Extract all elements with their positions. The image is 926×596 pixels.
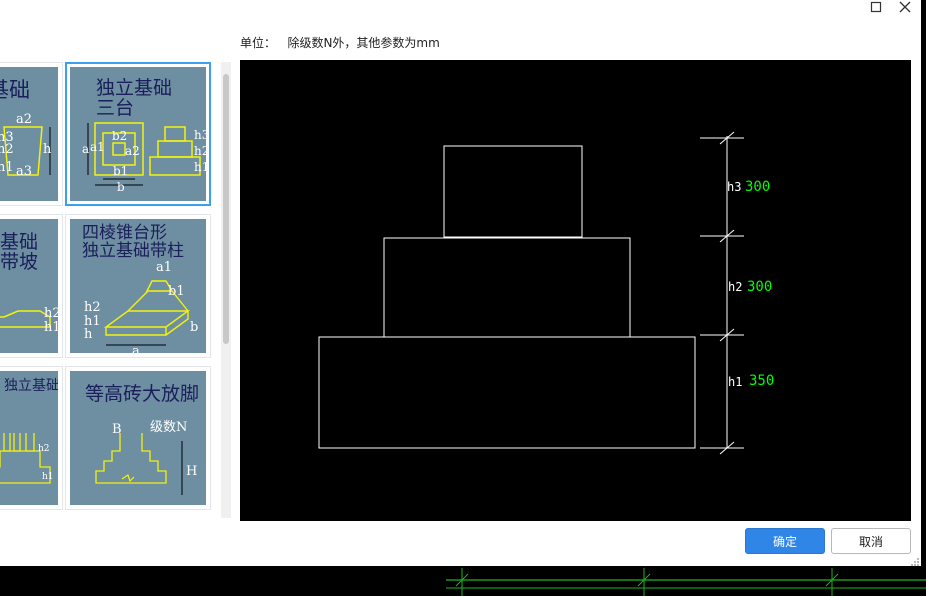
dim-h2-value: 300 [747, 279, 772, 295]
preview-drawing: h3 300 h2 300 h1 350 [318, 131, 774, 455]
lbl-b: b [117, 180, 125, 194]
lbl-b2: b2 [112, 129, 127, 143]
lbl-h1: h1 [0, 160, 14, 175]
lbl-b1: b1 [113, 164, 128, 178]
maximize-button[interactable] [866, 0, 886, 16]
lbl-a2: a2 [125, 144, 140, 158]
lbl-a2: a2 [16, 112, 32, 127]
close-button[interactable] [895, 0, 915, 16]
dim-h2-name: h2 [728, 280, 742, 294]
lbl-a1: a1 [156, 260, 172, 275]
resize-grip-icon[interactable] [910, 556, 920, 566]
lbl-h: h [43, 142, 52, 157]
lbl-H: H [186, 464, 197, 479]
step-3 [443, 145, 583, 238]
square-icon [870, 1, 882, 13]
thumb-isolated-foundation[interactable]: 独立基础 h2 h1 [0, 366, 63, 510]
thumb-pyramid-with-column[interactable]: 四棱锥台形 独立基础带柱 a1 b1 h2 h1 h b a [65, 214, 211, 358]
thumb-diagram: b2 a a1 a2 h3 h2 h1 b1 b [82, 122, 206, 194]
thumb-brick-footing[interactable]: 等高砖大放脚 B 级数N H [65, 366, 211, 510]
lbl-B: B [112, 422, 122, 437]
foundation-type-list[interactable]: 基础 a2 h3 h2 h h1 a3 独立基础 三台 [0, 62, 220, 518]
lbl-a: a [132, 344, 140, 353]
lbl-h2: h2 [0, 142, 14, 157]
lbl-h: h [84, 327, 93, 342]
lbl-a: a [82, 142, 89, 156]
lbl-b1: b1 [168, 284, 185, 299]
ok-button[interactable]: 确定 [745, 528, 825, 554]
lbl-h2: h2 [194, 144, 206, 158]
thumb-foundation-a[interactable]: 基础 a2 h3 h2 h h1 a3 [0, 62, 63, 206]
lbl-h1: h1 [194, 160, 206, 174]
lbl-a1: a1 [90, 140, 105, 154]
thumb-diagram: B 级数N H [95, 420, 197, 495]
thumb-foundation-slope[interactable]: 基础 带坡 h2 h1 [0, 214, 63, 358]
dim-h1-name: h1 [728, 375, 742, 389]
lbl-h1: h1 [44, 320, 58, 335]
thumb-diagram: h2 h1 [0, 433, 54, 484]
lbl-level-n: 级数N [150, 420, 187, 435]
foundation-dialog: 单位： 除级数N外，其他参数为mm 基础 a2 h3 h2 h h1 a3 [0, 0, 921, 566]
foundation-preview: h3 300 h2 300 h1 350 [240, 60, 911, 521]
lbl-h1: h1 [42, 472, 54, 482]
lbl-h2: h2 [38, 444, 50, 454]
cad-canvas-background [446, 568, 926, 596]
unit-label: 单位： 除级数N外，其他参数为mm [240, 36, 440, 50]
lbl-a3: a3 [16, 164, 32, 179]
thumb-diagram: a1 b1 h2 h1 h b a [84, 260, 198, 353]
thumbnail-scrollbar[interactable] [221, 62, 231, 518]
scrollbar-thumb[interactable] [223, 74, 229, 344]
dim-h3-name: h3 [727, 180, 741, 194]
step-1 [318, 336, 696, 449]
lbl-h2: h2 [44, 306, 58, 321]
thumb-diagram: h2 h1 [0, 306, 58, 335]
dim-h3-value: 300 [745, 179, 770, 195]
lbl-b: b [190, 320, 198, 335]
thumb-diagram: a2 h3 h2 h h1 a3 [0, 112, 52, 179]
dim-h1-value: 350 [749, 373, 774, 389]
cancel-button[interactable]: 取消 [831, 528, 911, 554]
lbl-h3: h3 [194, 128, 206, 142]
close-icon [899, 1, 911, 13]
thumb-isolated-three-step[interactable]: 独立基础 三台 b2 a a1 a2 h3 h2 h1 b1 b [65, 62, 211, 206]
step-2 [383, 237, 631, 338]
lbl-h2: h2 [84, 300, 101, 315]
